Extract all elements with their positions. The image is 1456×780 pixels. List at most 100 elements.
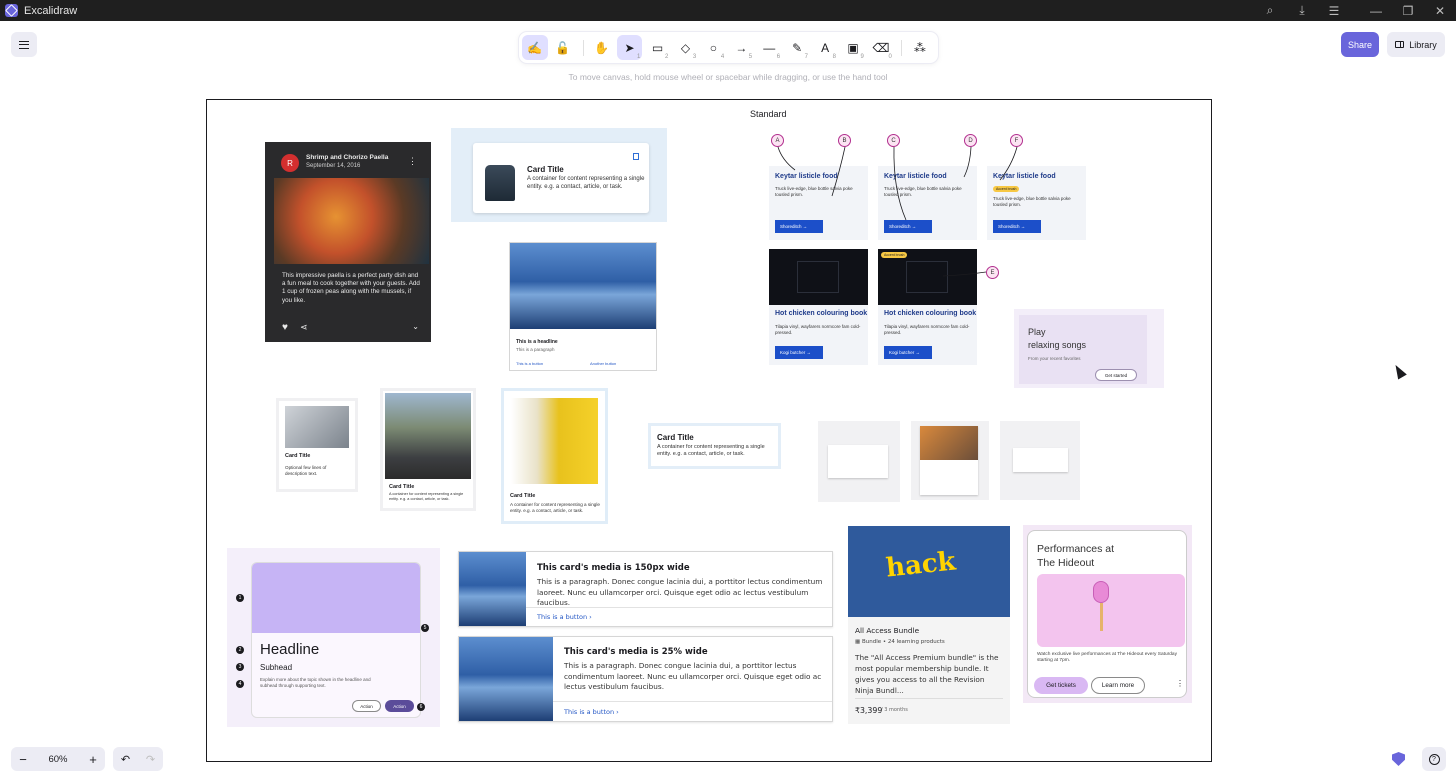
callout-marker[interactable]: F <box>1010 134 1023 147</box>
restore-icon[interactable]: ❐ <box>1392 0 1424 21</box>
colouring-book-card[interactable]: Accent brush Hot chicken colouring book … <box>878 249 977 365</box>
tool-shortcut: 5 <box>748 54 753 60</box>
text-card[interactable]: Card Title A container for content repre… <box>648 423 781 469</box>
card-meta-text: Bundle • 24 learning products <box>861 639 945 645</box>
card-link: Another button <box>590 361 617 366</box>
tool-draw[interactable]: ✎ 7 <box>784 35 810 61</box>
hamburger-icon[interactable]: ☰ <box>1318 0 1350 21</box>
listicle-card[interactable]: Keytar listicle food Truck live-edge, bl… <box>878 166 977 240</box>
play-card-surface: Play relaxing songs From your recent fav… <box>1019 315 1147 384</box>
tool-ellipse[interactable]: ○ 4 <box>701 35 727 61</box>
jacket-card-container[interactable]: Card Title A container for content repre… <box>451 128 667 222</box>
card-divider <box>553 701 832 702</box>
callout-marker[interactable]: B <box>838 134 851 147</box>
accent-chip: Accent brush <box>993 186 1020 192</box>
tool-hand[interactable]: ✋ <box>589 35 615 60</box>
tool-line[interactable]: —6 <box>756 35 782 61</box>
main-menu-button[interactable] <box>11 32 37 57</box>
pen-mode-tool[interactable]: ✍ <box>522 35 548 60</box>
share-icon: ⋖ <box>300 322 308 332</box>
horizontal-card-25pct[interactable]: This card's media is 25% wide This is a … <box>458 636 833 722</box>
card-description: Tilapia vinyl, wayfarers normcore fam co… <box>884 324 970 335</box>
download-icon[interactable]: ⤓ <box>1286 0 1318 21</box>
performances-card[interactable]: Performances at The Hideout Watch exclus… <box>1023 525 1192 703</box>
mountain-card[interactable]: This is a headline This is a paragraph T… <box>509 242 657 371</box>
callout-marker[interactable]: E <box>986 266 999 279</box>
callout-marker[interactable]: C <box>887 134 900 147</box>
search-icon[interactable]: ⌕ <box>1254 0 1286 21</box>
card-period: / 3 months <box>881 707 908 713</box>
play-songs-card[interactable]: Play relaxing songs From your recent fav… <box>1014 309 1164 388</box>
tool-arrow[interactable]: → 5 <box>729 35 755 61</box>
all-access-bundle-card[interactable]: hack All Access Bundle ▦ Bundle • 24 lea… <box>848 526 1010 724</box>
library-button[interactable]: Library <box>1387 32 1445 57</box>
card-button: Shoreditch → <box>993 220 1041 233</box>
card-headline: Headline <box>260 641 320 658</box>
zoom-in-button[interactable]: + <box>81 747 105 771</box>
anatomy-marker: 1 <box>236 594 244 602</box>
minimize-icon[interactable]: — <box>1360 0 1392 21</box>
title-bar-controls: ⌕ ⤓ ☰ — ❐ ✕ <box>1254 0 1456 21</box>
tool-image[interactable]: ▣ 9 <box>840 35 866 61</box>
tool-diamond[interactable]: ◇ 3 <box>673 35 699 61</box>
button-label: Shoreditch <box>780 224 802 229</box>
m3-anatomy-card[interactable]: Headline Subhead Explain more about the … <box>227 548 440 727</box>
anatomy-marker: 6 <box>417 703 425 711</box>
ellipse-icon: ○ <box>709 40 717 55</box>
anatomy-marker: 5 <box>421 624 429 632</box>
zoom-out-button[interactable]: − <box>11 747 35 771</box>
avatar: R <box>281 154 299 172</box>
accent-chip: Accent brush <box>881 252 908 258</box>
m3-card-surface: Headline Subhead Explain more about the … <box>251 562 421 718</box>
tool-extra[interactable]: ⁂ <box>907 35 933 60</box>
tool-shortcut: 9 <box>860 54 864 60</box>
thumbnail-tile[interactable] <box>1000 421 1080 500</box>
card-description: Tilapia vinyl, wayfarers normcore fam co… <box>775 324 861 335</box>
yellow-wall-card[interactable]: Card Title A container for content repre… <box>504 391 605 521</box>
thumbnail-tile[interactable] <box>818 421 900 502</box>
paella-card[interactable]: R Shrimp and Chorizo Paella September 14… <box>265 142 431 342</box>
callout-marker[interactable]: D <box>964 134 977 147</box>
bundle-icon: ▦ <box>855 639 862 645</box>
tool-text[interactable]: A8 <box>812 35 838 61</box>
m3-media <box>252 563 420 633</box>
listicle-card[interactable]: Keytar listicle food Truck live-edge, bl… <box>769 166 868 240</box>
mini-card <box>1013 448 1068 472</box>
share-button[interactable]: Share <box>1341 32 1379 57</box>
toolbar-divider <box>582 39 584 56</box>
help-button[interactable]: ? <box>1422 747 1446 771</box>
tool-shortcut: 6 <box>776 54 781 60</box>
title-bar: Excalidraw ⌕ ⤓ ☰ — ❐ ✕ <box>0 0 1456 21</box>
card-description: A container for content representing a s… <box>389 492 464 501</box>
cyclists-card[interactable]: Card Title A container for content repre… <box>383 391 473 508</box>
redo-icon[interactable]: ↷ <box>138 753 163 766</box>
tool-lock[interactable]: 🔓 <box>550 35 576 60</box>
listicle-card[interactable]: Keytar listicle food Accent brush Truck … <box>987 166 1086 240</box>
horizontal-card-150px[interactable]: This card's media is 150px wide This is … <box>458 551 833 627</box>
callout-marker[interactable]: A <box>771 134 784 147</box>
diamond-icon: ◇ <box>680 40 691 55</box>
text-icon: A <box>821 40 830 55</box>
card-button: This is a button › <box>564 708 619 716</box>
card-description: A container for content representing a s… <box>510 502 600 513</box>
button-label: This is a button <box>537 613 588 621</box>
eraser-icon: ⌫ <box>872 40 890 55</box>
undo-icon[interactable]: ↶ <box>113 753 138 766</box>
colouring-book-card[interactable]: Hot chicken colouring book Tilapia vinyl… <box>769 249 868 365</box>
laptop-card[interactable]: Card Title Optional few lines of descrip… <box>279 401 355 489</box>
mountain-image <box>510 243 656 329</box>
tool-eraser[interactable]: ⌫ 0 <box>868 35 894 61</box>
zoom-reset-button[interactable]: 60% <box>35 754 81 765</box>
canvas-hint: To move canvas, hold mouse wheel or spac… <box>568 72 888 82</box>
close-icon[interactable]: ✕ <box>1424 0 1456 21</box>
card-paragraph: This is a paragraph. Donec congue lacini… <box>564 661 822 691</box>
frame-label[interactable]: Standard <box>750 109 787 119</box>
card-header-title: Shrimp and Chorizo Paella <box>306 154 389 161</box>
tool-rectangle[interactable]: ▭ 2 <box>645 35 671 61</box>
tool-selection[interactable]: ➤ 1 <box>616 35 643 60</box>
card-meta: ▦ Bundle • 24 learning products <box>855 639 945 645</box>
thumbnail-tile[interactable] <box>911 421 989 500</box>
card-link: This is a button <box>516 361 544 366</box>
tool-shortcut: 4 <box>720 54 725 60</box>
card-description: Optional few lines of description text. <box>285 465 327 476</box>
